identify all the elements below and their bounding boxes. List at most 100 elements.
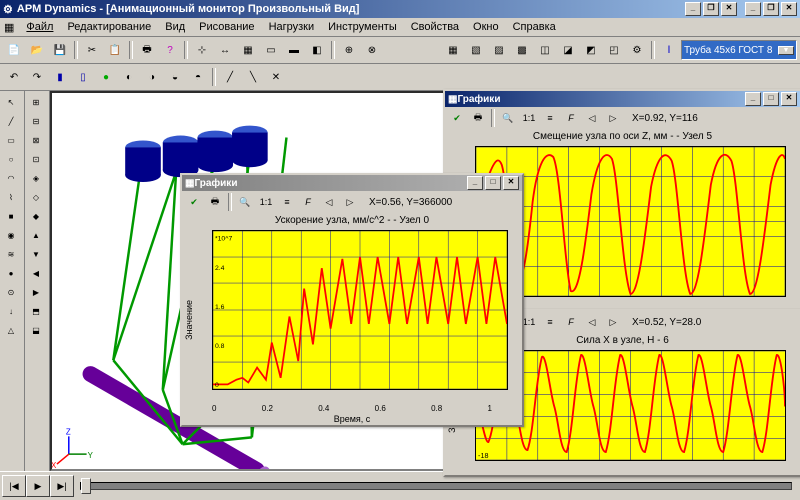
solid-icon[interactable]: ■ xyxy=(1,207,21,225)
grid-icon[interactable]: ▦ xyxy=(237,39,259,61)
mod2-icon[interactable]: ⊟ xyxy=(26,112,46,130)
misc2-icon[interactable]: ◑ xyxy=(141,66,163,88)
box2-icon[interactable]: ▬ xyxy=(283,39,305,61)
time-slider[interactable] xyxy=(80,482,792,490)
menu-window[interactable]: Окно xyxy=(467,19,505,35)
redo-icon[interactable]: ↷ xyxy=(26,66,48,88)
menu-view[interactable]: Вид xyxy=(159,19,191,35)
g1-prev-icon[interactable]: ◁ xyxy=(319,192,339,212)
mod12-icon[interactable]: ⬒ xyxy=(26,302,46,320)
mdi-close-button[interactable]: ✕ xyxy=(781,2,797,16)
mdi-restore-button[interactable]: ❐ xyxy=(763,2,779,16)
g1-next-icon[interactable]: ▷ xyxy=(340,192,360,212)
mass-icon[interactable]: ● xyxy=(1,264,21,282)
g2-min-button[interactable]: _ xyxy=(745,92,761,106)
g2-print-icon[interactable]: 🖶 xyxy=(468,108,488,128)
view2-icon[interactable]: ▧ xyxy=(465,39,487,61)
save-icon[interactable]: 💾 xyxy=(49,39,71,61)
circle-icon[interactable]: ○ xyxy=(1,150,21,168)
mod9-icon[interactable]: ▼ xyxy=(26,245,46,263)
line-icon[interactable]: ╱ xyxy=(1,112,21,130)
g1-min-button[interactable]: _ xyxy=(467,176,483,190)
mod6-icon[interactable]: ◇ xyxy=(26,188,46,206)
filter-icon[interactable]: ◧ xyxy=(306,39,328,61)
load-icon[interactable]: ↓ xyxy=(1,302,21,320)
g3-next-icon[interactable]: ▷ xyxy=(603,312,623,332)
cyl-icon[interactable]: ◉ xyxy=(1,226,21,244)
g3-font-icon[interactable]: F xyxy=(561,312,581,332)
g1-max-button[interactable]: □ xyxy=(485,176,501,190)
view7-icon[interactable]: ◩ xyxy=(580,39,602,61)
tool-b-icon[interactable]: ⊗ xyxy=(361,39,383,61)
view1-icon[interactable]: ▦ xyxy=(442,39,464,61)
mod8-icon[interactable]: ▲ xyxy=(26,226,46,244)
view4-icon[interactable]: ▩ xyxy=(511,39,533,61)
mod7-icon[interactable]: ◆ xyxy=(26,207,46,225)
view5-icon[interactable]: ◫ xyxy=(534,39,556,61)
green1-icon[interactable]: ● xyxy=(95,66,117,88)
wire-icon[interactable]: ⌇ xyxy=(1,188,21,206)
menu-help[interactable]: Справка xyxy=(507,19,562,35)
menu-props[interactable]: Свойства xyxy=(405,19,465,35)
play-play-button[interactable]: ▶ xyxy=(26,475,50,497)
arc-icon[interactable]: ◠ xyxy=(1,169,21,187)
g2-next-icon[interactable]: ▷ xyxy=(603,108,623,128)
mod5-icon[interactable]: ◈ xyxy=(26,169,46,187)
node-icon[interactable]: ⊹ xyxy=(191,39,213,61)
print-icon[interactable]: 🖶 xyxy=(136,39,158,61)
mdi-minimize-button[interactable]: _ xyxy=(745,2,761,16)
misc1-icon[interactable]: ◐ xyxy=(118,66,140,88)
g2-ok-icon[interactable]: ✔ xyxy=(447,108,467,128)
menu-edit[interactable]: Редактирование xyxy=(61,19,157,35)
draw3-icon[interactable]: ✕ xyxy=(265,66,287,88)
g1-zoom-icon[interactable]: 🔍 xyxy=(235,192,255,212)
help-icon[interactable]: ? xyxy=(159,39,181,61)
g1-font-icon[interactable]: F xyxy=(298,192,318,212)
section-combo[interactable]: Труба 45x6 ГОСТ 8▼ xyxy=(681,40,797,60)
blue1-icon[interactable]: ▮ xyxy=(49,66,71,88)
view8-icon[interactable]: ◰ xyxy=(603,39,625,61)
joint-icon[interactable]: ⊙ xyxy=(1,283,21,301)
g2-line-icon[interactable]: ≡ xyxy=(540,108,560,128)
menu-file[interactable]: Файл xyxy=(20,19,59,35)
new-icon[interactable]: 📄 xyxy=(3,39,25,61)
link-icon[interactable]: ↔ xyxy=(214,39,236,61)
menu-tools[interactable]: Инструменты xyxy=(322,19,403,35)
tool-a-icon[interactable]: ⊕ xyxy=(338,39,360,61)
misc3-icon[interactable]: ◒ xyxy=(164,66,186,88)
mod11-icon[interactable]: ▶ xyxy=(26,283,46,301)
graph1-title-bar[interactable]: ▦ Графики _ □ ✕ xyxy=(182,175,522,191)
g3-line-icon[interactable]: ≡ xyxy=(540,312,560,332)
open-icon[interactable]: 📂 xyxy=(26,39,48,61)
view6-icon[interactable]: ◪ xyxy=(557,39,579,61)
mod3-icon[interactable]: ⊠ xyxy=(26,131,46,149)
g2-close-button[interactable]: ✕ xyxy=(781,92,797,106)
g1-print-icon[interactable]: 🖶 xyxy=(205,192,225,212)
menu-loads[interactable]: Нагрузки xyxy=(263,19,321,35)
misc4-icon[interactable]: ◓ xyxy=(187,66,209,88)
mod1-icon[interactable]: ⊞ xyxy=(26,93,46,111)
rect-icon[interactable]: ▭ xyxy=(1,131,21,149)
graph2-title-bar[interactable]: ▦ Графики _ □ ✕ xyxy=(445,91,800,107)
view3-icon[interactable]: ▨ xyxy=(488,39,510,61)
draw2-icon[interactable]: ╲ xyxy=(242,66,264,88)
mod10-icon[interactable]: ◀ xyxy=(26,264,46,282)
paste-icon[interactable]: 📋 xyxy=(104,39,126,61)
play-prev-button[interactable]: |◀ xyxy=(2,475,26,497)
cut-icon[interactable]: ✂ xyxy=(81,39,103,61)
g2-zoom-icon[interactable]: 🔍 xyxy=(498,108,518,128)
play-next-button[interactable]: ▶| xyxy=(50,475,74,497)
select-icon[interactable]: ↖ xyxy=(1,93,21,111)
g3-prev-icon[interactable]: ◁ xyxy=(582,312,602,332)
close-button[interactable]: ✕ xyxy=(721,2,737,16)
cfg-icon[interactable]: ⚙ xyxy=(626,39,648,61)
section-icon[interactable]: Ⅰ xyxy=(658,39,680,61)
g1-plot[interactable]: 0 0.8 1.6 2.4 *10^7 xyxy=(212,230,508,390)
box-icon[interactable]: ▭ xyxy=(260,39,282,61)
draw1-icon[interactable]: ╱ xyxy=(219,66,241,88)
undo-icon[interactable]: ↶ xyxy=(3,66,25,88)
maximize-button[interactable]: ❐ xyxy=(703,2,719,16)
g1-close-button[interactable]: ✕ xyxy=(503,176,519,190)
minimize-button[interactable]: _ xyxy=(685,2,701,16)
blue2-icon[interactable]: ▯ xyxy=(72,66,94,88)
